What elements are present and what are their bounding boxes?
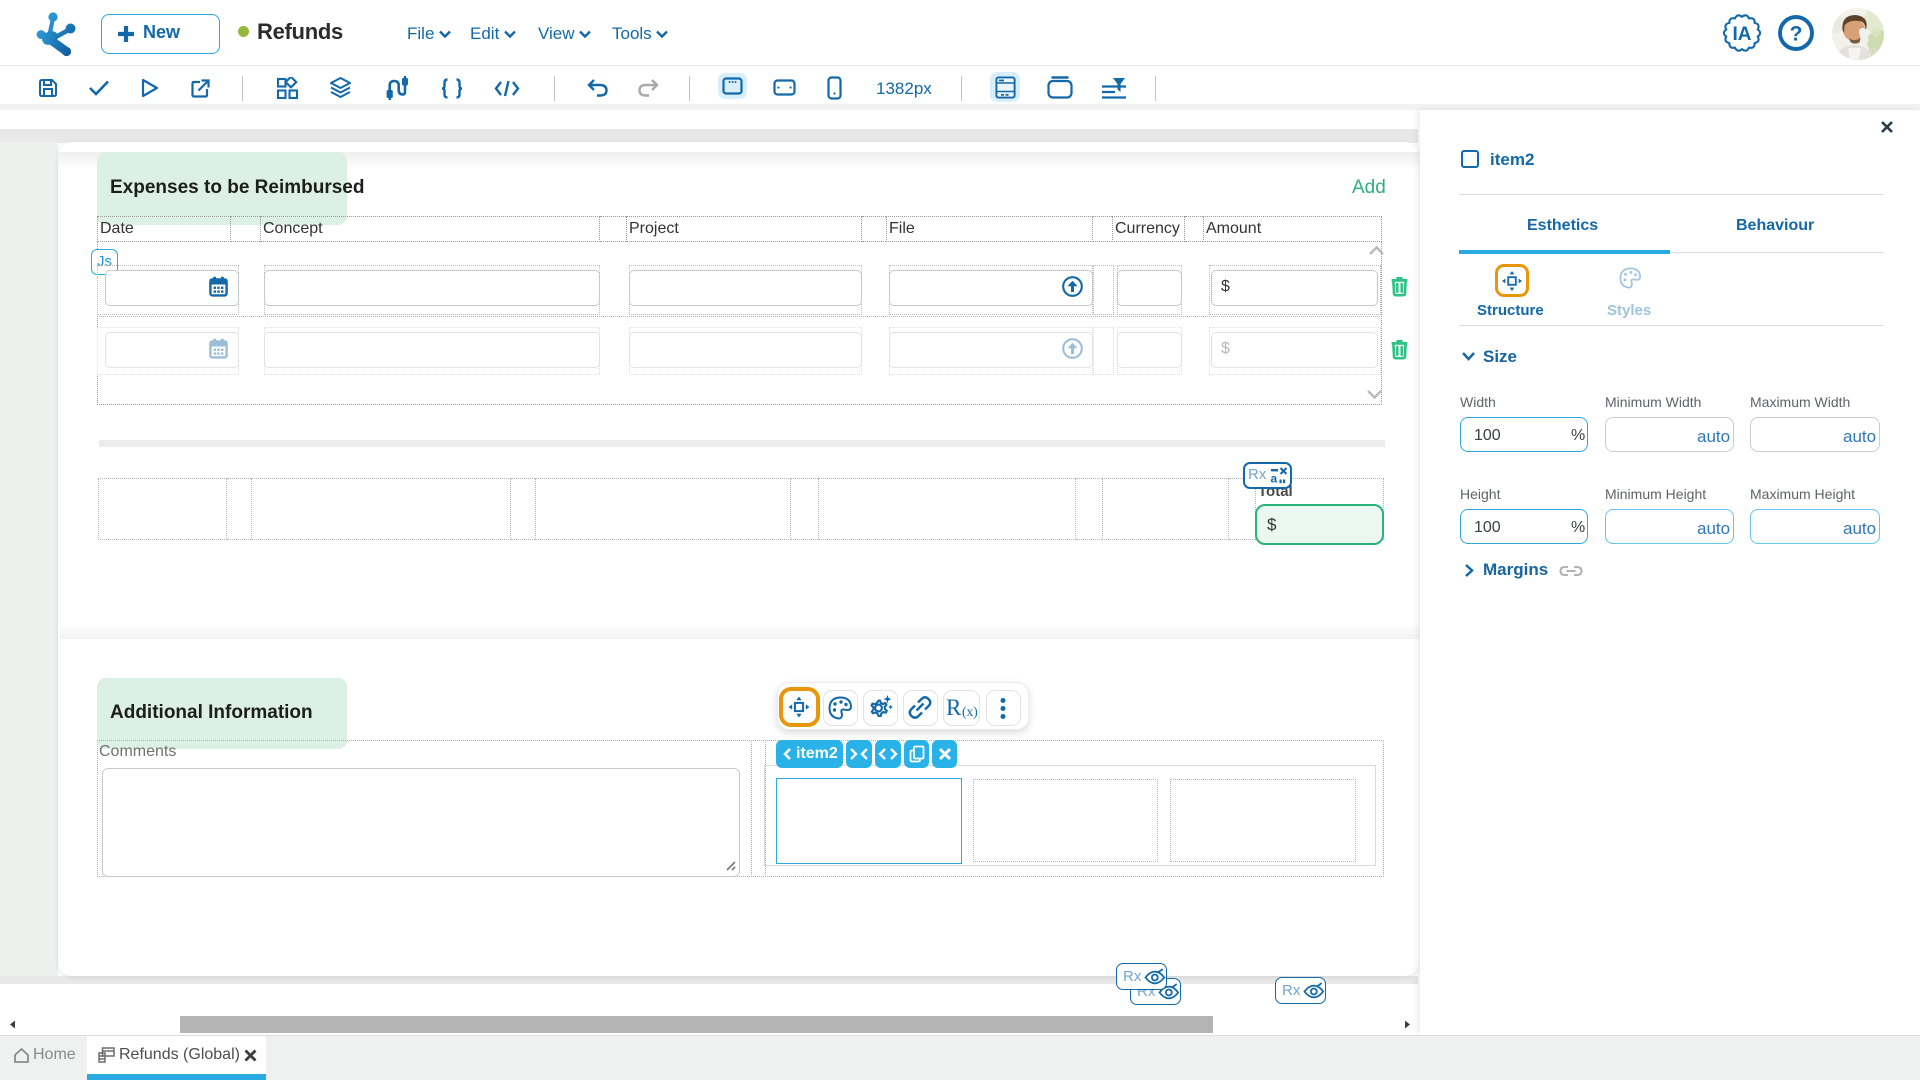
svg-text:?: ?	[1790, 23, 1803, 46]
svg-text:IA: IA	[1733, 24, 1752, 45]
svg-text:(x): (x)	[962, 704, 978, 719]
svg-text:R: R	[946, 695, 962, 720]
svg-text:a: a	[1271, 472, 1278, 485]
